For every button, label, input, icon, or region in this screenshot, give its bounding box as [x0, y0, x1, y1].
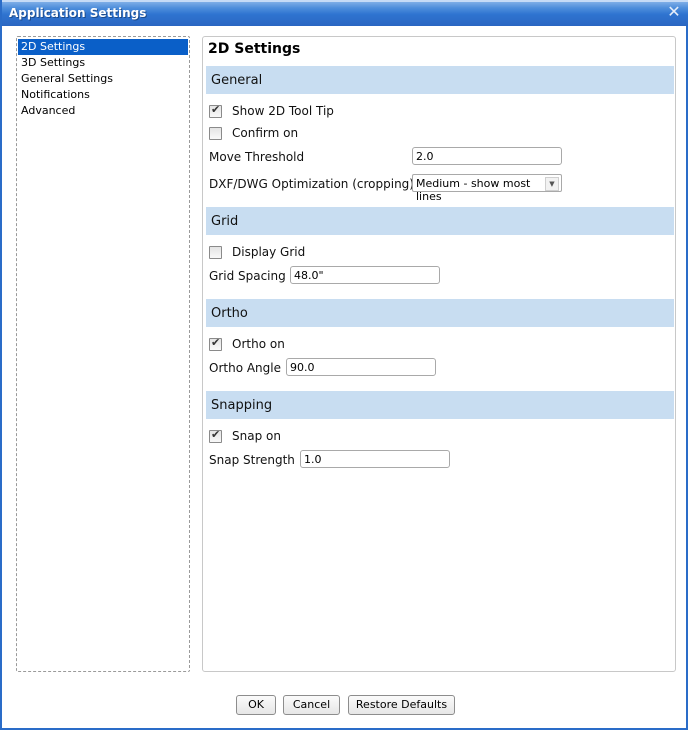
ortho-angle-input[interactable]: 90.0: [286, 358, 436, 376]
check-icon: ✔: [211, 428, 221, 441]
check-icon: ✔: [211, 336, 221, 349]
nav-item-advanced[interactable]: Advanced: [18, 103, 188, 119]
display-grid-checkbox[interactable]: [209, 246, 222, 259]
check-icon: ✔: [211, 103, 221, 116]
snap-strength-input[interactable]: 1.0: [300, 450, 450, 468]
section-header-general: General: [206, 66, 674, 94]
section-header-snapping: Snapping: [206, 391, 674, 419]
settings-category-list[interactable]: 2D Settings 3D Settings General Settings…: [16, 36, 190, 672]
optimization-label: DXF/DWG Optimization (cropping): [209, 177, 414, 191]
application-settings-dialog: Application Settings ✕ 2D Settings 3D Se…: [0, 0, 688, 730]
display-grid-label: Display Grid: [232, 245, 306, 259]
ortho-on-label: Ortho on: [232, 337, 285, 351]
section-title: Ortho: [211, 306, 248, 321]
panel-title: 2D Settings: [208, 41, 301, 57]
snap-on-label: Snap on: [232, 429, 281, 443]
section-header-ortho: Ortho: [206, 299, 674, 327]
grid-spacing-label: Grid Spacing: [209, 269, 286, 283]
confirm-on-label: Confirm on: [232, 126, 299, 140]
grid-spacing-input[interactable]: 48.0": [290, 266, 440, 284]
cancel-button[interactable]: Cancel: [283, 695, 340, 715]
window-title: Application Settings: [9, 6, 147, 20]
nav-item-2d-settings[interactable]: 2D Settings: [18, 39, 188, 55]
close-icon[interactable]: ✕: [666, 4, 682, 20]
show-tooltip-label: Show 2D Tool Tip: [232, 104, 334, 118]
ok-button[interactable]: OK: [236, 695, 276, 715]
section-header-grid: Grid: [206, 207, 674, 235]
move-threshold-input[interactable]: 2.0: [412, 147, 562, 165]
optimization-value: Medium - show most lines: [416, 177, 531, 203]
show-tooltip-checkbox[interactable]: ✔: [209, 103, 222, 118]
nav-item-general-settings[interactable]: General Settings: [18, 71, 188, 87]
confirm-on-checkbox[interactable]: [209, 127, 222, 140]
snap-strength-label: Snap Strength: [209, 453, 295, 467]
nav-item-notifications[interactable]: Notifications: [18, 87, 188, 103]
section-title: General: [211, 73, 263, 88]
restore-defaults-button[interactable]: Restore Defaults: [348, 695, 455, 715]
chevron-down-icon[interactable]: ▼: [545, 177, 559, 191]
section-title: Grid: [211, 214, 239, 229]
ortho-on-checkbox[interactable]: ✔: [209, 336, 222, 351]
title-bar[interactable]: Application Settings ✕: [2, 0, 688, 26]
nav-item-3d-settings[interactable]: 3D Settings: [18, 55, 188, 71]
ortho-angle-label: Ortho Angle: [209, 361, 281, 375]
optimization-dropdown[interactable]: Medium - show most lines ▼: [412, 174, 562, 203]
settings-panel: 2D Settings General ✔ Show 2D Tool Tip C…: [202, 36, 676, 672]
move-threshold-label: Move Threshold: [209, 150, 305, 164]
snap-on-checkbox[interactable]: ✔: [209, 428, 222, 443]
section-title: Snapping: [211, 398, 273, 413]
